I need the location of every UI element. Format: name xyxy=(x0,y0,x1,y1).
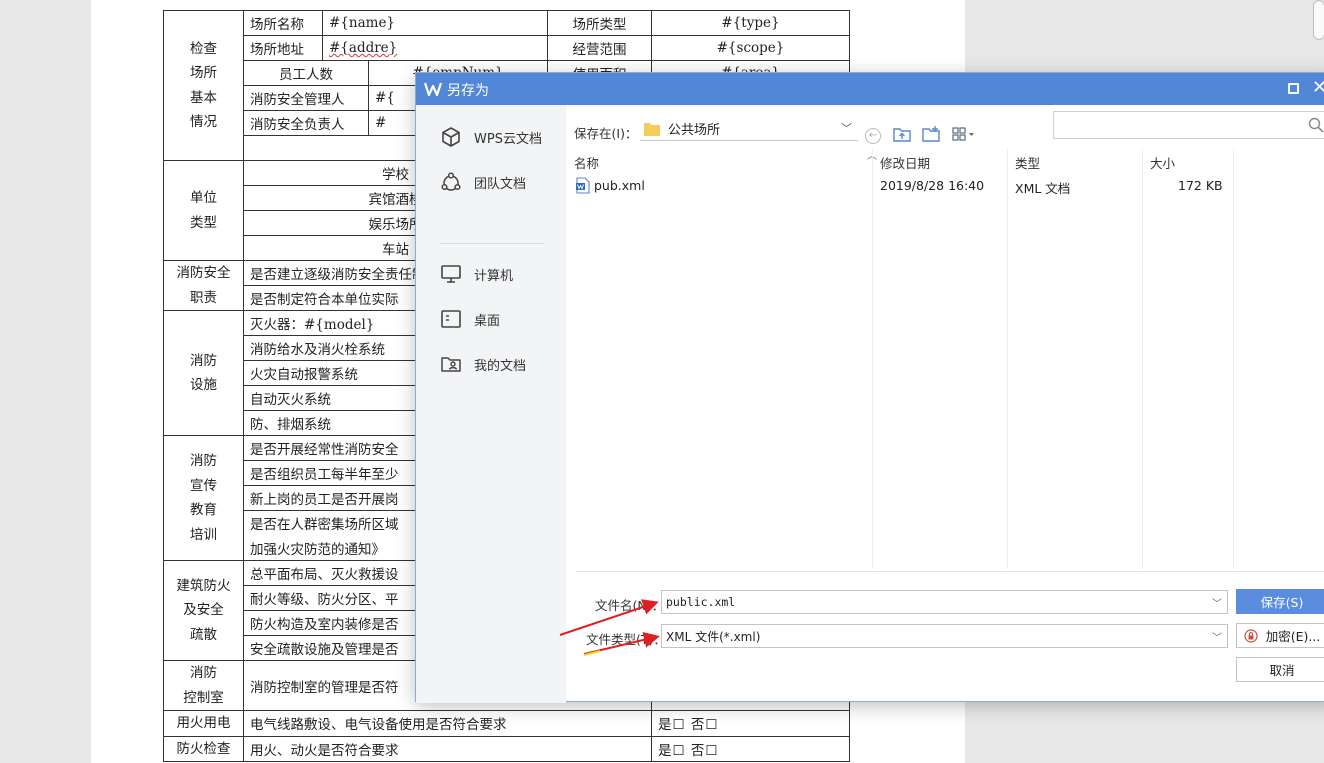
save-location-value: 公共场所 xyxy=(668,123,721,138)
yes-no-checkbox: 是☐ 否☐ xyxy=(651,710,850,737)
field-label: 消防安全负责人 xyxy=(243,110,369,136)
column-divider xyxy=(1142,149,1143,569)
cancel-button[interactable]: 取消 xyxy=(1236,657,1324,682)
save-as-dialog: 另存为 ✕ WPS云文档 团队文档 计算机 桌面 我的文档 保存在(I)： 公共… xyxy=(415,72,1324,703)
field-value: #{name} xyxy=(322,10,548,36)
check-item: 用火、动火是否符合要求 xyxy=(243,735,652,762)
filename-value: public.xml xyxy=(666,595,736,609)
sidebar-item-wps-cloud[interactable]: WPS云文档 xyxy=(416,119,566,155)
column-divider xyxy=(872,149,873,569)
encrypt-button[interactable]: 加密(E)... xyxy=(1236,623,1324,648)
dialog-title: 另存为 xyxy=(447,83,489,99)
filetype-value: XML 文件(*.xml) xyxy=(666,629,761,644)
close-icon[interactable]: ✕ xyxy=(1312,77,1324,98)
cube-icon xyxy=(442,127,460,147)
places-sidebar: WPS云文档 团队文档 计算机 桌面 我的文档 xyxy=(416,105,566,703)
category-fire-check: 防火检查 xyxy=(163,735,244,762)
sidebar-item-label: 团队文档 xyxy=(474,176,527,192)
sidebar-item-label: 桌面 xyxy=(474,313,501,329)
chevron-down-icon: ﹀ xyxy=(841,122,852,135)
file-name: pub.xml xyxy=(594,178,645,193)
team-icon xyxy=(441,172,461,191)
up-folder-icon[interactable] xyxy=(893,126,911,142)
column-header-size[interactable]: 大小 xyxy=(1150,153,1175,172)
chevron-down-icon[interactable]: ﹀ xyxy=(1212,629,1222,644)
sidebar-item-computer[interactable]: 计算机 xyxy=(416,256,566,292)
yes-no-checkbox: 是☐ 否☐ xyxy=(651,735,850,762)
column-divider xyxy=(1007,149,1008,569)
category-training: 消防 宣传 教育 培训 xyxy=(163,435,244,561)
maximize-icon[interactable] xyxy=(1288,83,1299,94)
category-power: 用火用电 xyxy=(163,710,244,737)
encrypt-button-label: 加密(E)... xyxy=(1265,629,1321,644)
folder-icon xyxy=(644,122,660,136)
view-menu-icon[interactable] xyxy=(952,126,976,142)
field-label: 场所地址 xyxy=(243,35,323,61)
sidebar-item-label: 计算机 xyxy=(474,268,514,284)
filetype-select[interactable]: XML 文件(*.xml) ﹀ xyxy=(661,624,1228,648)
field-label: 经营范围 xyxy=(547,35,652,61)
chevron-down-icon[interactable]: ﹀ xyxy=(1212,595,1222,610)
save-location-dropdown[interactable]: 公共场所 ﹀ xyxy=(640,117,858,141)
filetype-label: 文件类型(T)： xyxy=(586,632,666,647)
file-size: 172 KB xyxy=(1178,178,1223,193)
category-unit-type: 单位 类型 xyxy=(163,160,244,261)
file-list: 名称 ︿ 修改日期 类型 大小 pub.xml 2019/8/28 16:40 … xyxy=(566,145,1324,570)
wps-logo-icon xyxy=(424,82,442,97)
back-icon[interactable]: ← xyxy=(865,128,881,144)
file-modified: 2019/8/28 16:40 xyxy=(880,178,985,193)
field-label: 场所名称 xyxy=(243,10,323,36)
column-header-name[interactable]: 名称 xyxy=(574,153,599,172)
dialog-titlebar[interactable]: 另存为 ✕ xyxy=(416,73,1324,105)
dialog-footer: 文件名(N)： public.xml ﹀ 文件类型(T)： XML 文件(*.x… xyxy=(576,571,1324,701)
filename-label: 文件名(N)： xyxy=(595,598,665,613)
search-icon xyxy=(1308,117,1324,133)
column-header-modified[interactable]: 修改日期 xyxy=(880,153,930,172)
save-button[interactable]: 保存(S) xyxy=(1236,589,1324,614)
file-row[interactable]: pub.xml 2019/8/28 16:40 XML 文档 172 KB xyxy=(576,175,1324,197)
column-divider xyxy=(1233,149,1234,569)
sidebar-item-desktop[interactable]: 桌面 xyxy=(416,301,566,337)
category-building: 建筑防火 及安全 疏散 xyxy=(163,560,244,661)
desktop-icon xyxy=(441,310,461,328)
field-value: #{type} xyxy=(651,10,850,36)
category-duty: 消防安全 职责 xyxy=(163,260,244,311)
category-facility: 消防 设施 xyxy=(163,310,244,436)
field-label: 员工人数 xyxy=(243,60,369,86)
category-control-room: 消防 控制室 xyxy=(163,660,244,711)
new-folder-icon[interactable] xyxy=(922,126,940,142)
sidebar-item-label: 我的文档 xyxy=(474,358,527,374)
xml-file-icon xyxy=(576,177,590,194)
column-header-type[interactable]: 类型 xyxy=(1015,153,1040,172)
scrollbar-thumb[interactable] xyxy=(1313,0,1324,40)
field-label: 消防安全管理人 xyxy=(243,85,369,111)
field-label: 场所类型 xyxy=(547,10,652,36)
category-basic: 检查 场所 基本 情况 xyxy=(163,10,244,161)
sidebar-divider xyxy=(440,243,544,244)
save-location-label: 保存在(I)： xyxy=(574,126,638,141)
filename-input[interactable]: public.xml ﹀ xyxy=(661,590,1228,614)
search-input[interactable] xyxy=(1053,111,1324,139)
field-value: #{addre} xyxy=(322,35,548,61)
user-folder-icon xyxy=(441,357,461,372)
file-type: XML 文档 xyxy=(1015,181,1071,196)
shield-lock-icon xyxy=(1244,628,1258,643)
field-value: #{scope} xyxy=(651,35,850,61)
sidebar-item-my-documents[interactable]: 我的文档 xyxy=(416,346,566,382)
check-item: 电气线路敷设、电气设备使用是否符合要求 xyxy=(243,710,652,737)
sidebar-item-team-docs[interactable]: 团队文档 xyxy=(416,164,566,200)
computer-icon xyxy=(441,265,461,283)
sidebar-item-label: WPS云文档 xyxy=(474,131,542,147)
